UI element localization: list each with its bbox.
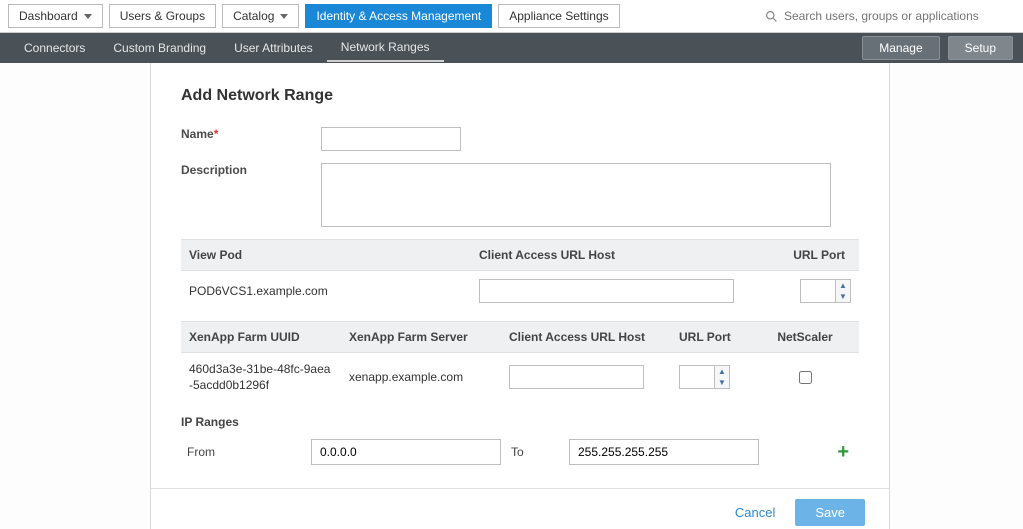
subnav: Connectors Custom Branding User Attribut… — [0, 33, 1023, 63]
tab-identity-access-label: Identity & Access Management — [316, 9, 481, 23]
xenapp-server-value: xenapp.example.com — [341, 362, 501, 392]
subnav-connectors[interactable]: Connectors — [10, 35, 99, 61]
stepper-up-icon[interactable]: ▲ — [715, 366, 729, 377]
table-row: POD6VCS1.example.com ▲▼ — [181, 271, 859, 311]
tab-catalog[interactable]: Catalog — [222, 4, 299, 28]
urlhost-col-header: Client Access URL Host — [471, 240, 761, 270]
xenapp-uuid-header: XenApp Farm UUID — [181, 322, 341, 352]
xenapp-urlhost-input[interactable] — [509, 365, 644, 389]
subnav-network-ranges[interactable]: Network Ranges — [327, 34, 444, 62]
setup-button[interactable]: Setup — [948, 36, 1013, 60]
chevron-down-icon — [84, 14, 92, 19]
tab-catalog-label: Catalog — [233, 9, 274, 23]
stepper-down-icon[interactable]: ▼ — [836, 291, 850, 302]
xenapp-table: XenApp Farm UUID XenApp Farm Server Clie… — [181, 321, 859, 401]
tab-appliance-settings-label: Appliance Settings — [509, 9, 608, 23]
viewpod-urlport-stepper[interactable]: ▲▼ — [800, 279, 851, 303]
netscaler-checkbox[interactable] — [799, 371, 812, 384]
viewpod-urlport-input[interactable] — [801, 280, 835, 302]
table-row: 460d3a3e-31be-48fc-9aea-5acdd0b1296f xen… — [181, 353, 859, 401]
description-label: Description — [181, 163, 321, 227]
stage: Add Network Range Name* Description View… — [0, 63, 1023, 529]
viewpod-table: View Pod Client Access URL Host URL Port… — [181, 239, 859, 311]
add-range-button[interactable]: + — [837, 441, 849, 464]
viewpod-urlhost-input[interactable] — [479, 279, 734, 303]
xenapp-urlport-stepper[interactable]: ▲▼ — [679, 365, 730, 389]
xenapp-uuid-value: 460d3a3e-31be-48fc-9aea-5acdd0b1296f — [181, 353, 341, 401]
add-network-range-dialog: Add Network Range Name* Description View… — [150, 63, 890, 529]
tab-dashboard-label: Dashboard — [19, 9, 78, 23]
manage-button[interactable]: Manage — [862, 36, 939, 60]
viewpod-value: POD6VCS1.example.com — [181, 276, 471, 306]
xenapp-server-header: XenApp Farm Server — [341, 322, 501, 352]
dialog-footer: Cancel Save — [151, 488, 889, 529]
global-search[interactable] — [765, 8, 1015, 24]
description-textarea[interactable] — [321, 163, 831, 227]
tab-users-groups[interactable]: Users & Groups — [109, 4, 216, 28]
dialog-scroll[interactable]: Add Network Range Name* Description View… — [151, 63, 889, 488]
tab-appliance-settings[interactable]: Appliance Settings — [498, 4, 619, 28]
ip-range-row: From To + — [181, 435, 859, 469]
viewpod-col-header: View Pod — [181, 240, 471, 270]
tab-users-groups-label: Users & Groups — [120, 9, 205, 23]
xenapp-urlport-input[interactable] — [680, 366, 714, 388]
stepper-down-icon[interactable]: ▼ — [715, 377, 729, 388]
xenapp-port-header: URL Port — [671, 322, 751, 352]
ip-from-label: From — [181, 445, 301, 459]
subnav-custom-branding[interactable]: Custom Branding — [99, 35, 220, 61]
dialog-title: Add Network Range — [181, 87, 859, 105]
ip-ranges-label: IP Ranges — [181, 415, 859, 429]
xenapp-host-header: Client Access URL Host — [501, 322, 671, 352]
search-icon — [765, 10, 778, 23]
name-label: Name* — [181, 127, 321, 151]
name-input[interactable] — [321, 127, 461, 151]
subnav-user-attributes[interactable]: User Attributes — [220, 35, 327, 61]
ip-to-input[interactable] — [569, 439, 759, 465]
topbar: Dashboard Users & Groups Catalog Identit… — [0, 0, 1023, 33]
urlport-col-header: URL Port — [761, 240, 859, 270]
search-input[interactable] — [782, 8, 1015, 24]
chevron-down-icon — [280, 14, 288, 19]
ip-from-input[interactable] — [311, 439, 501, 465]
tab-dashboard[interactable]: Dashboard — [8, 4, 103, 28]
ip-to-label: To — [511, 445, 559, 459]
stepper-up-icon[interactable]: ▲ — [836, 280, 850, 291]
xenapp-netscaler-header: NetScaler — [751, 322, 859, 352]
save-button[interactable]: Save — [795, 499, 865, 526]
tab-identity-access[interactable]: Identity & Access Management — [305, 4, 492, 28]
cancel-button[interactable]: Cancel — [735, 505, 775, 520]
